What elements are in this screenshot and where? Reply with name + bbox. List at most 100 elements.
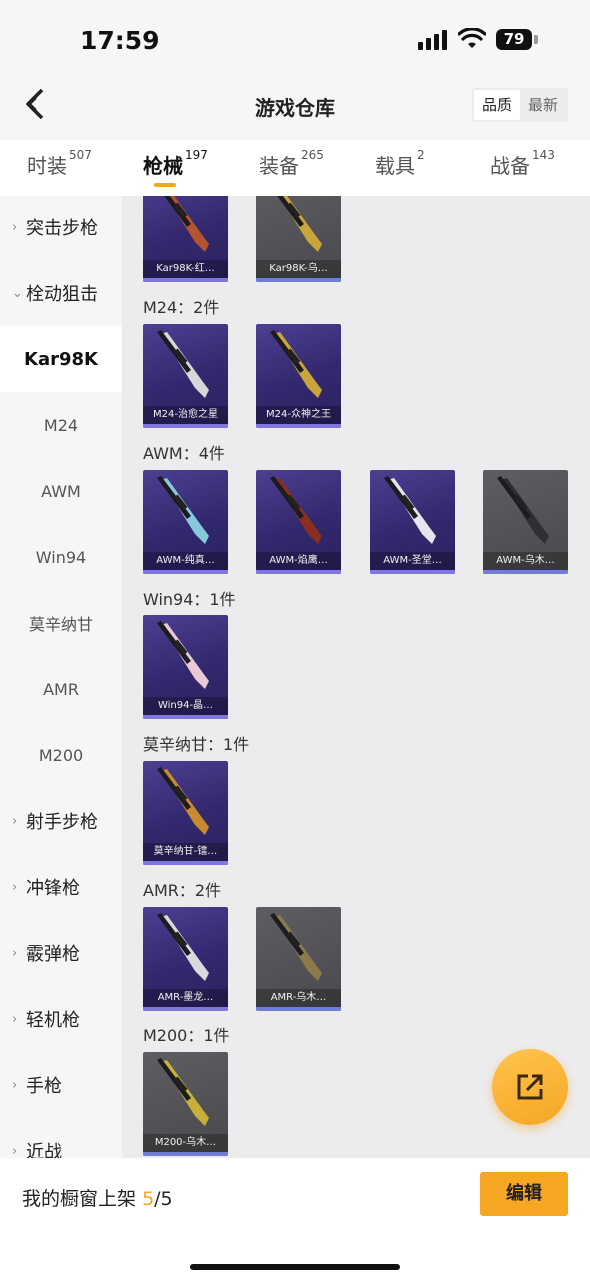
- sidebar-item[interactable]: Kar98K: [0, 326, 122, 392]
- showcase-total: /5: [154, 1188, 173, 1210]
- tab-label: 载具: [375, 154, 415, 178]
- sort-option-latest[interactable]: 最新: [520, 90, 566, 120]
- sidebar-item[interactable]: AMR: [0, 656, 122, 722]
- tab-fashion[interactable]: 时装 507: [27, 148, 92, 179]
- weapon-skin-card[interactable]: Kar98K-乌…: [256, 196, 341, 282]
- tab-count: 507: [69, 148, 92, 162]
- sidebar-item-label: 冲锋枪: [26, 878, 80, 899]
- rifle-icon: [157, 767, 209, 835]
- chevron-right-icon: ›: [12, 219, 18, 235]
- rifle-icon: [384, 476, 436, 544]
- rifle-icon: [497, 476, 549, 544]
- quality-bar: [143, 861, 228, 865]
- sidebar-item[interactable]: ⌄ 栓动狙击: [0, 260, 122, 326]
- sidebar-item-label: Win94: [35, 547, 87, 567]
- tab-count: 2: [417, 148, 425, 162]
- chevron-right-icon: ›: [12, 1011, 18, 1027]
- sidebar-item-label: 突击步枪: [26, 218, 98, 239]
- chevron-right-icon: ›: [12, 879, 18, 895]
- weapon-skin-card[interactable]: AMR-墨龙…: [143, 907, 228, 1011]
- weapon-skin-name: Kar98K-红…: [143, 260, 228, 278]
- rifle-icon: [157, 476, 209, 544]
- chevron-right-icon: ›: [12, 945, 18, 961]
- cellular-signal-icon: [418, 30, 448, 50]
- showcase-label: 我的橱窗上架: [22, 1188, 137, 1210]
- edit-button[interactable]: 编辑: [480, 1172, 568, 1216]
- weapon-skin-card[interactable]: 莫辛纳甘-镭…: [143, 761, 228, 865]
- weapon-skin-name: AMR-乌木…: [256, 989, 341, 1007]
- weapon-skin-card[interactable]: Kar98K-红…: [143, 196, 228, 282]
- weapon-skin-card[interactable]: AMR-乌木…: [256, 907, 341, 1011]
- quality-bar: [256, 1007, 341, 1011]
- status-time: 17:59: [80, 26, 160, 55]
- sidebar-item[interactable]: Win94: [0, 524, 122, 590]
- weapon-skin-name: 莫辛纳甘-镭…: [143, 843, 228, 861]
- section-title: AWM：4件: [143, 444, 225, 463]
- weapon-skin-card[interactable]: AWM-乌木…: [483, 470, 568, 574]
- quality-bar: [143, 1007, 228, 1011]
- sidebar-item[interactable]: › 近战: [0, 1118, 122, 1158]
- weapon-skin-card[interactable]: AWM-圣堂…: [370, 470, 455, 574]
- sidebar-item[interactable]: AWM: [0, 458, 122, 524]
- rifle-icon: [277, 196, 322, 252]
- chevron-right-icon: ›: [12, 813, 18, 829]
- rifle-icon: [164, 196, 209, 252]
- tab-label: 时装: [27, 154, 67, 178]
- home-indicator: [190, 1264, 400, 1270]
- showcase-status: 我的橱窗上架 5/5: [22, 1184, 173, 1211]
- sidebar-item[interactable]: › 轻机枪: [0, 986, 122, 1052]
- rifle-icon: [270, 476, 322, 544]
- active-tab-indicator: [154, 183, 176, 187]
- tab-equipment[interactable]: 装备 265: [259, 148, 324, 179]
- showcase-used-count: 5: [142, 1188, 155, 1210]
- sidebar-item[interactable]: › 突击步枪: [0, 196, 122, 260]
- category-tabs: 时装 507 枪械 197 装备 265 载具 2 战备 143: [0, 140, 590, 196]
- weapon-skin-card[interactable]: M24-众神之王: [256, 324, 341, 428]
- back-icon[interactable]: [22, 86, 52, 122]
- sidebar-item-label: 轻机枪: [26, 1010, 80, 1031]
- weapon-skin-card[interactable]: Win94-晶…: [143, 615, 228, 719]
- weapon-skin-name: AWM-圣堂…: [370, 552, 455, 570]
- sidebar-item[interactable]: › 霰弹枪: [0, 920, 122, 986]
- sidebar-item[interactable]: M24: [0, 392, 122, 458]
- sort-option-quality[interactable]: 品质: [474, 90, 520, 120]
- quality-bar: [143, 1152, 228, 1156]
- weapon-skin-name: Win94-晶…: [143, 697, 228, 715]
- nav-bar: 游戏仓库 品质 最新: [0, 72, 590, 138]
- tab-label: 装备: [259, 154, 299, 178]
- sort-toggle: 品质 最新: [472, 88, 568, 122]
- sidebar-item[interactable]: 莫辛纳甘: [0, 590, 122, 656]
- tab-guns[interactable]: 枪械 197: [143, 148, 208, 179]
- sidebar-item-label: 霰弹枪: [26, 944, 80, 965]
- tab-vehicles[interactable]: 载具 2: [375, 148, 425, 179]
- battery-tip: [534, 35, 538, 44]
- quality-bar: [143, 424, 228, 428]
- share-button[interactable]: [492, 1049, 568, 1125]
- weapon-skin-name: Kar98K-乌…: [256, 260, 341, 278]
- section-title: 莫辛纳甘：1件: [143, 735, 250, 754]
- weapon-skin-name: M24-众神之王: [256, 406, 341, 424]
- weapon-skin-name: M24-治愈之星: [143, 406, 228, 424]
- sidebar-item-label: 莫辛纳甘: [28, 615, 93, 634]
- tab-supplies[interactable]: 战备 143: [490, 148, 555, 179]
- weapon-skin-card[interactable]: AWM-纯真…: [143, 470, 228, 574]
- sidebar-item[interactable]: › 手枪: [0, 1052, 122, 1118]
- share-icon: [517, 1074, 543, 1100]
- rifle-icon: [157, 330, 209, 398]
- weapon-skin-name: AMR-墨龙…: [143, 989, 228, 1007]
- sidebar-item-label: Kar98K: [24, 348, 98, 370]
- chevron-right-icon: ›: [12, 1143, 18, 1159]
- sidebar-item[interactable]: › 冲锋枪: [0, 854, 122, 920]
- weapon-skin-card[interactable]: AWM-焰鹰…: [256, 470, 341, 574]
- sidebar-item-label: AWM: [41, 481, 81, 501]
- section-title: AMR：2件: [143, 881, 222, 900]
- weapon-skin-card[interactable]: M200-乌木…: [143, 1052, 228, 1156]
- sidebar-item[interactable]: › 射手步枪: [0, 788, 122, 854]
- quality-bar: [370, 570, 455, 574]
- quality-bar: [256, 424, 341, 428]
- sidebar-item[interactable]: M200: [0, 722, 122, 788]
- weapon-skin-card[interactable]: M24-治愈之星: [143, 324, 228, 428]
- quality-bar: [143, 715, 228, 719]
- inventory-grid: Kar98K-红… Kar98K-乌… M24：2件 M24-治愈之星 M24-众神之王…: [122, 196, 590, 1158]
- tab-count: 197: [185, 148, 208, 162]
